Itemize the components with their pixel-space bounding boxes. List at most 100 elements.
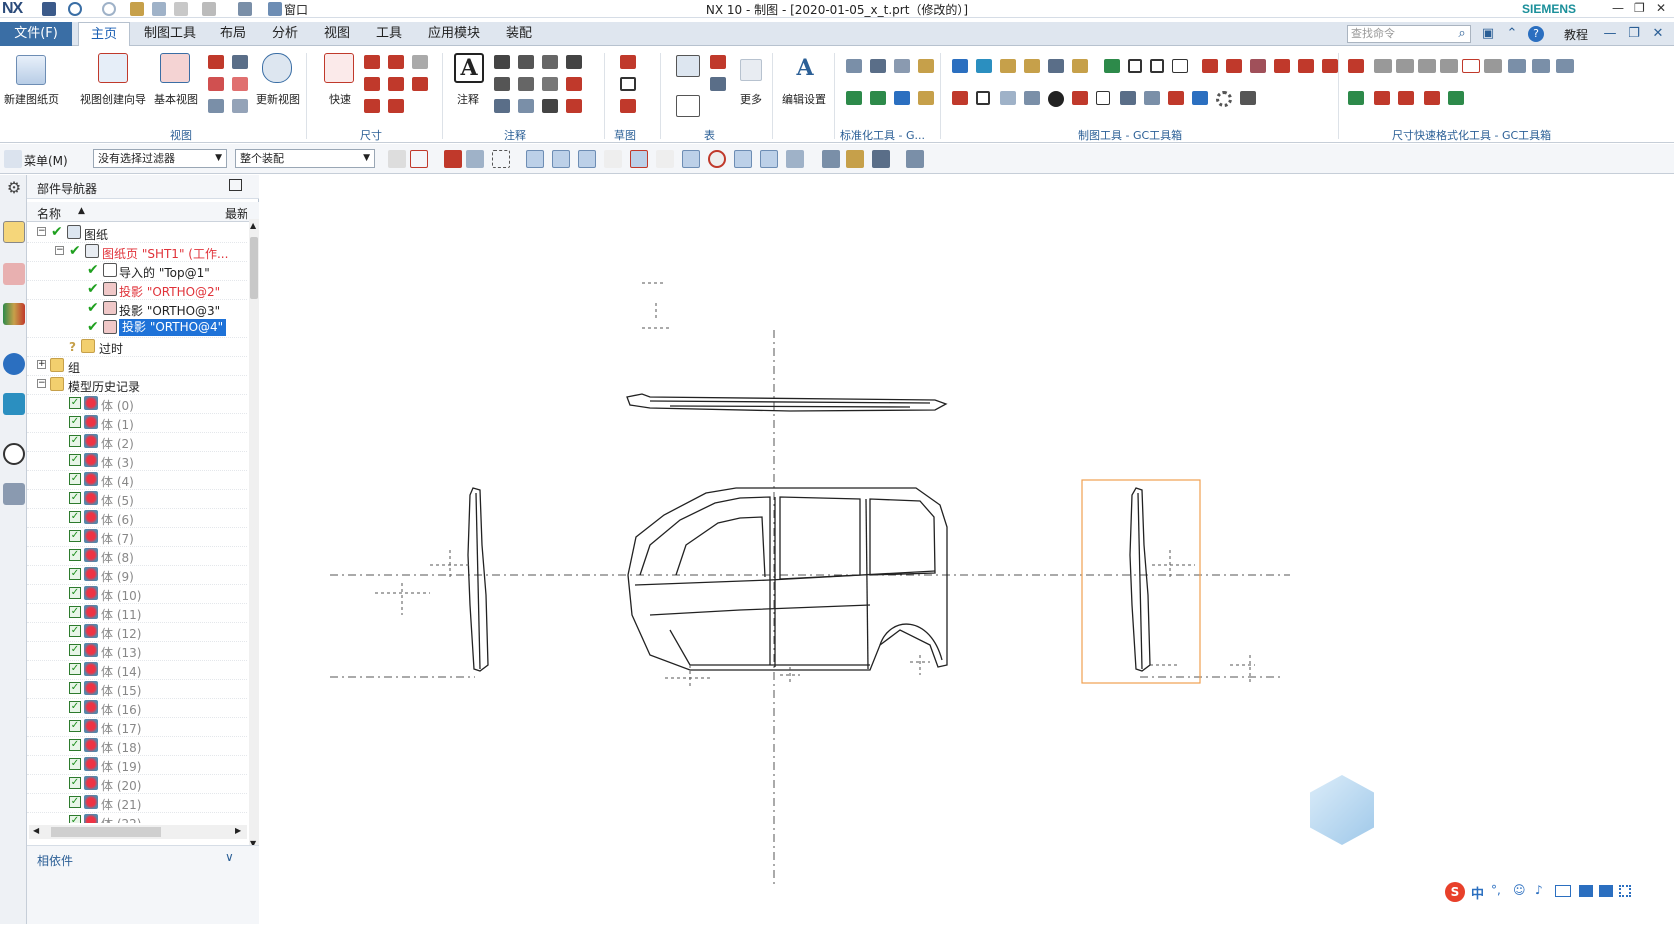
- selection-scope-dropdown[interactable]: 整个装配 ▼: [235, 149, 375, 168]
- update-view-icon[interactable]: [262, 53, 292, 83]
- reuse-library-icon[interactable]: [3, 303, 25, 325]
- shirt-icon[interactable]: [1599, 885, 1613, 897]
- auto-balloon-icon[interactable]: [710, 77, 726, 91]
- tree-node-body[interactable]: ✓ 体 (2): [27, 432, 247, 452]
- more-button[interactable]: 更多: [740, 91, 762, 107]
- gc-tool-icon[interactable]: [1274, 59, 1290, 73]
- tree-node-body[interactable]: ✓ 体 (12): [27, 622, 247, 642]
- rectangle-icon[interactable]: [620, 77, 636, 91]
- gear-icon[interactable]: ⚙: [3, 177, 25, 199]
- tree-node-body[interactable]: ✓ 体 (20): [27, 774, 247, 794]
- dim-format-icon[interactable]: [1508, 59, 1526, 73]
- tree-node-view[interactable]: ✔ 投影 "ORTHO@3": [27, 299, 247, 319]
- weld-icon[interactable]: [518, 77, 534, 91]
- gc-tool-icon[interactable]: [1096, 91, 1110, 105]
- visibility-checkbox[interactable]: ✓: [69, 530, 81, 542]
- palette-icon[interactable]: [3, 393, 25, 415]
- tree-node-body[interactable]: ✓ 体 (4): [27, 470, 247, 490]
- selection-filter-dropdown[interactable]: 没有选择过滤器 ▼: [93, 149, 227, 168]
- note-icon[interactable]: A: [454, 53, 484, 83]
- gc-tool-icon[interactable]: [952, 91, 968, 105]
- gc-tool-icon[interactable]: [1250, 59, 1266, 73]
- gc-tool-icon[interactable]: [1120, 91, 1136, 105]
- std-tool-icon[interactable]: [894, 91, 910, 105]
- note-button[interactable]: 注释: [457, 91, 479, 107]
- view-display-icon[interactable]: [208, 99, 224, 113]
- gc-tool-icon[interactable]: [976, 91, 990, 105]
- tree-node-sheet[interactable]: − ✔ 图纸页 "SHT1" (工作...: [27, 242, 247, 262]
- dim-format-icon[interactable]: [1374, 91, 1390, 105]
- std-tool-icon[interactable]: [918, 59, 934, 73]
- search-icon[interactable]: ⌕: [1454, 26, 1470, 42]
- select-icon[interactable]: [388, 150, 406, 168]
- gc-tool-icon[interactable]: [1168, 91, 1184, 105]
- dim-format-icon[interactable]: [1556, 59, 1574, 73]
- snap-icon[interactable]: [630, 150, 648, 168]
- dim-format-icon[interactable]: [1374, 59, 1392, 73]
- visibility-checkbox[interactable]: ✓: [69, 815, 81, 823]
- gc-tool-icon[interactable]: [1048, 91, 1064, 107]
- snap-icon[interactable]: [552, 150, 570, 168]
- tab-analysis[interactable]: 分析: [264, 22, 306, 46]
- view-icon[interactable]: [822, 150, 840, 168]
- tree-node-body[interactable]: ✓ 体 (14): [27, 660, 247, 680]
- parts-list-icon[interactable]: [710, 55, 726, 69]
- tab-application[interactable]: 应用模块: [420, 22, 488, 46]
- image-icon[interactable]: [518, 99, 534, 113]
- tree-node-view[interactable]: ✔ 导入的 "Top@1": [27, 261, 247, 281]
- snap-icon[interactable]: [682, 150, 700, 168]
- part-navigator-icon[interactable]: [3, 221, 25, 243]
- close-icon[interactable]: ✕: [1650, 26, 1666, 42]
- tree-node-body[interactable]: ✓ 体 (16): [27, 698, 247, 718]
- snap-icon[interactable]: [786, 150, 804, 168]
- gc-tool-icon[interactable]: [1072, 91, 1088, 105]
- symbol-icon[interactable]: [542, 55, 558, 69]
- help-icon[interactable]: ?: [1528, 26, 1544, 42]
- visibility-checkbox[interactable]: ✓: [69, 454, 81, 466]
- gc-tool-icon[interactable]: [1000, 59, 1016, 73]
- gc-tool-icon[interactable]: [1072, 59, 1088, 73]
- visibility-checkbox[interactable]: ✓: [69, 777, 81, 789]
- projected-view-icon[interactable]: [208, 55, 224, 69]
- visibility-checkbox[interactable]: ✓: [69, 606, 81, 618]
- display-icon[interactable]: ▣: [1480, 26, 1496, 42]
- visibility-checkbox[interactable]: ✓: [69, 549, 81, 561]
- visibility-checkbox[interactable]: ✓: [69, 416, 81, 428]
- gc-tool-icon[interactable]: [1298, 59, 1314, 73]
- scroll-thumb[interactable]: [250, 237, 258, 299]
- minimize-icon[interactable]: —: [1612, 1, 1624, 15]
- check-mark-icon[interactable]: [542, 99, 558, 113]
- visibility-checkbox[interactable]: ✓: [69, 758, 81, 770]
- visibility-checkbox[interactable]: ✓: [69, 644, 81, 656]
- radial-dim-icon[interactable]: [388, 55, 404, 69]
- tree-node-view[interactable]: ✔ 投影 "ORTHO@2": [27, 280, 247, 300]
- update-view-button[interactable]: 更新视图: [256, 91, 300, 107]
- tree-node-body[interactable]: ✓ 体 (21): [27, 793, 247, 813]
- maximize-icon[interactable]: [229, 179, 242, 191]
- dim-format-icon[interactable]: [1424, 91, 1440, 105]
- tree-node-body[interactable]: ✓ 体 (15): [27, 679, 247, 699]
- visibility-checkbox[interactable]: ✓: [69, 511, 81, 523]
- snap-icon[interactable]: [578, 150, 596, 168]
- tree-node-body[interactable]: ✓ 体 (22): [27, 812, 247, 823]
- gc-tool-icon[interactable]: [1172, 59, 1188, 73]
- snap-icon[interactable]: [656, 150, 674, 168]
- chamfer-dim-icon[interactable]: [364, 77, 380, 91]
- gc-tool-icon[interactable]: [1240, 91, 1256, 105]
- gc-tool-icon[interactable]: [952, 59, 968, 73]
- view-icon[interactable]: [872, 150, 890, 168]
- gc-tool-icon[interactable]: [1226, 59, 1242, 73]
- gc-tool-icon[interactable]: [1104, 59, 1120, 73]
- visibility-checkbox[interactable]: ✓: [69, 796, 81, 808]
- collapse-toggle[interactable]: −: [37, 227, 46, 236]
- collapse-ribbon-icon[interactable]: ⌃: [1504, 26, 1520, 42]
- gc-tool-icon[interactable]: [1048, 59, 1064, 73]
- emoji-icon[interactable]: ☺: [1513, 883, 1526, 897]
- grid-icon[interactable]: [1619, 885, 1631, 897]
- tree-node-body[interactable]: ✓ 体 (8): [27, 546, 247, 566]
- feature-control-icon[interactable]: [494, 55, 510, 69]
- table-icon[interactable]: [676, 95, 700, 117]
- snap-icon[interactable]: [466, 150, 484, 168]
- drawing-sheet[interactable]: [270, 175, 1674, 924]
- file-menu-button[interactable]: 文件(F): [0, 22, 72, 46]
